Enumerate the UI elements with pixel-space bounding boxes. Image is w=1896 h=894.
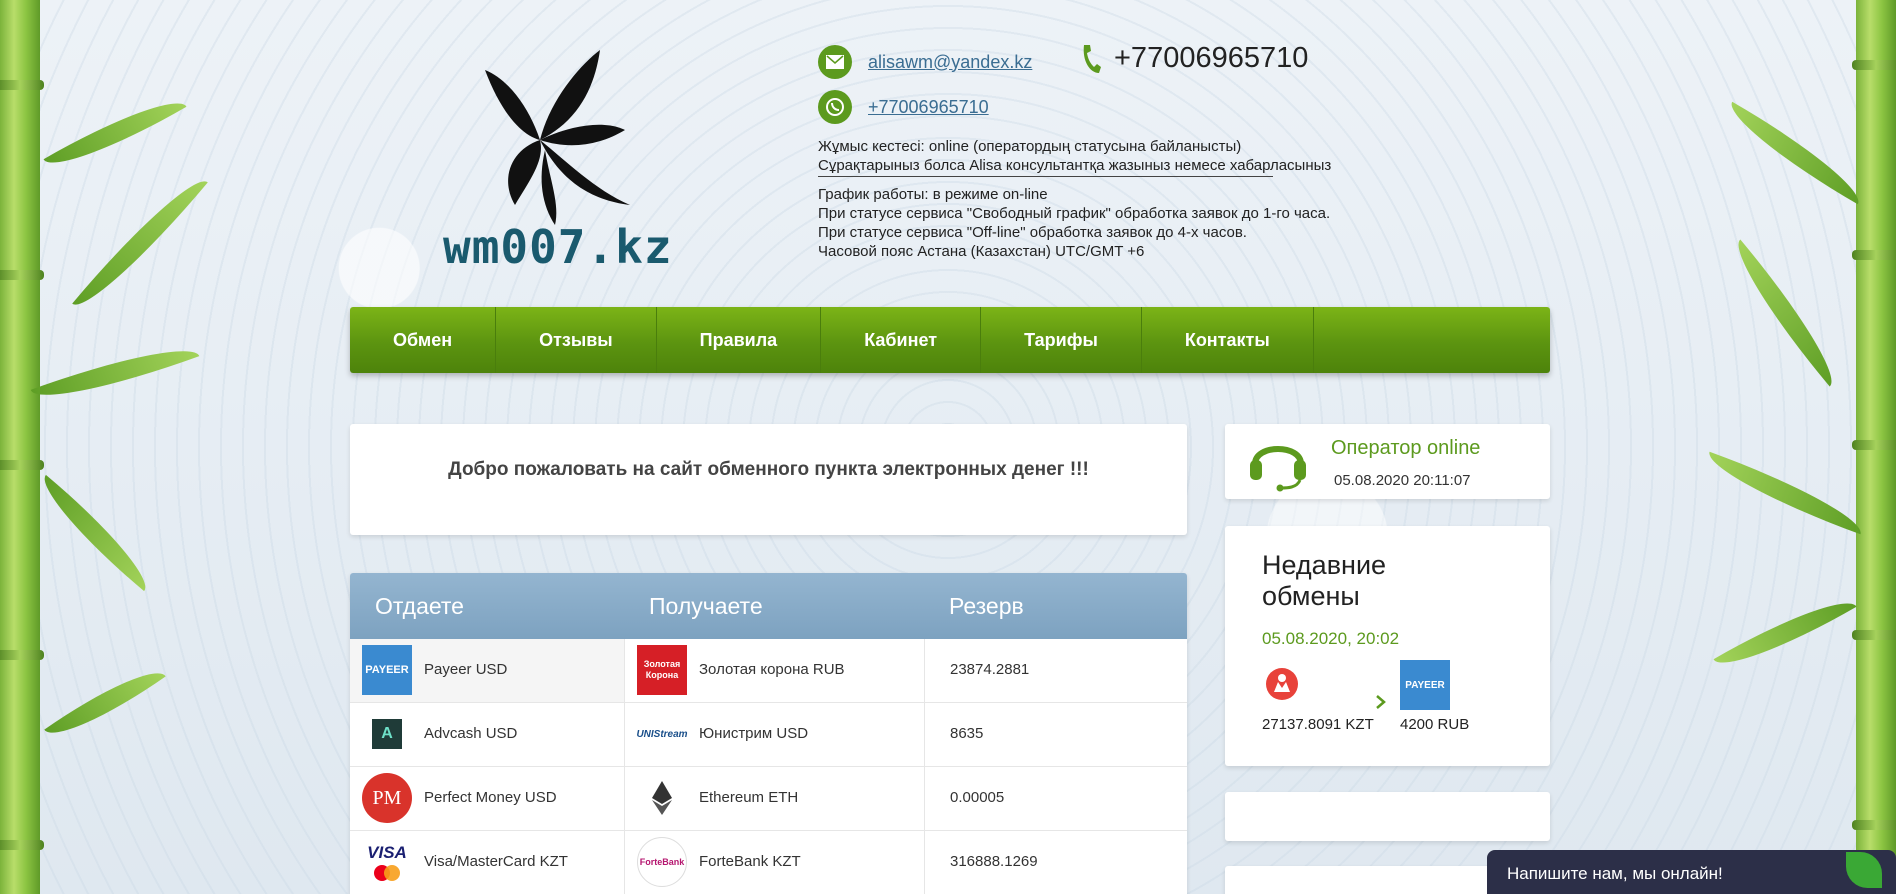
zolotaya-korona-icon: Золотая Корона — [637, 645, 687, 695]
welcome-card: Добро пожаловать на сайт обменного пункт… — [350, 424, 1187, 535]
phone-contact: +77006965710 — [1080, 42, 1308, 75]
info-kz-line: Сұрақтарыныз болса Alisa консультантқа ж… — [818, 157, 1332, 174]
table-row[interactable]: A Advcash USD UNIStream Юнистрим USD 863… — [350, 703, 1187, 767]
nav-contacts[interactable]: Контакты — [1142, 307, 1314, 373]
ethereum-icon — [652, 781, 672, 815]
whatsapp-link[interactable]: +77006965710 — [868, 97, 989, 118]
get-currency: ForteBank KZT — [699, 853, 801, 870]
nav-tariffs[interactable]: Тарифы — [981, 307, 1142, 373]
site-logo-text[interactable]: wm007.kz — [443, 220, 673, 274]
advcash-icon-glyph: A — [372, 719, 402, 749]
info-ru-line: График работы: в режиме on-line — [818, 186, 1048, 203]
visa-mastercard-icon: VISA — [362, 837, 412, 887]
reserve-value: 8635 — [950, 725, 984, 742]
nav-reviews[interactable]: Отзывы — [496, 307, 657, 373]
table-header: Отдаете Получаете Резерв — [350, 573, 1187, 639]
info-ru-line: Часовой пояс Астана (Казахстан) UTC/GMT … — [818, 243, 1145, 260]
give-cell[interactable]: A Advcash USD — [350, 703, 625, 766]
get-cell[interactable]: ForteBank ForteBank KZT — [625, 831, 925, 894]
give-currency: Perfect Money USD — [424, 789, 557, 806]
main-navigation: Обмен Отзывы Правила Кабинет Тарифы Конт… — [350, 307, 1550, 373]
give-cell[interactable]: VISA Visa/MasterCard KZT — [350, 831, 625, 894]
reserve-value: 23874.2881 — [950, 661, 1030, 678]
nav-exchange[interactable]: Обмен — [350, 307, 497, 373]
unistream-icon: UNIStream — [636, 728, 688, 740]
get-currency: Золотая корона RUB — [699, 661, 845, 678]
give-cell[interactable]: PAYEER Payeer USD — [350, 639, 625, 702]
operator-status-card: Оператор online 05.08.2020 20:11:07 — [1225, 424, 1550, 499]
operator-time: 05.08.2020 20:11:07 — [1334, 472, 1471, 489]
headset-icon — [1250, 446, 1306, 492]
info-ru-line: При статусе сервиса "Свободный график" о… — [818, 205, 1331, 222]
bamboo-right-decoration — [1852, 0, 1896, 894]
reserve-value: 0.00005 — [950, 789, 1005, 806]
recent-exchanges-title: Недавние обмены — [1262, 550, 1387, 611]
get-cell[interactable]: Золотая Корона Золотая корона RUB — [625, 639, 925, 702]
phone-icon — [1083, 44, 1101, 73]
empty-widget-card — [1225, 792, 1550, 841]
info-ru-line: При статусе сервиса "Off-line" обработка… — [818, 224, 1247, 241]
visa-logo-text: VISA — [367, 843, 407, 862]
work-schedule-info: Жұмыс кестесі: online (оператордың стату… — [818, 137, 1331, 261]
info-kz-line: Жұмыс кестесі: online (оператордың стату… — [818, 138, 1242, 155]
get-cell[interactable]: UNIStream Юнистрим USD — [625, 703, 925, 766]
table-row[interactable]: PAYEER Payeer USD Золотая Корона Золотая… — [350, 639, 1187, 703]
give-currency: Payeer USD — [424, 661, 508, 678]
exchange-rates-table: Отдаете Получаете Резерв PAYEER Payeer U… — [350, 573, 1187, 894]
header-give: Отдаете — [375, 593, 464, 619]
nav-cabinet[interactable]: Кабинет — [821, 307, 982, 373]
table-row[interactable]: PM Perfect Money USD Ethereum ETH 0.0000… — [350, 767, 1187, 831]
get-cell[interactable]: Ethereum ETH — [625, 767, 925, 830]
whatsapp-contact: +77006965710 — [818, 90, 989, 124]
recent-to-amount: 4200 RUB — [1400, 716, 1470, 733]
whatsapp-icon — [818, 90, 852, 124]
chat-widget[interactable]: Напишите нам, мы онлайн! — [1487, 850, 1896, 894]
get-currency: Юнистрим USD — [699, 725, 809, 742]
payeer-icon: PAYEER — [1400, 660, 1450, 710]
recent-exchanges-card: Недавние обмены 05.08.2020, 20:02 PAYEER… — [1225, 526, 1550, 766]
bamboo-left-decoration — [0, 0, 44, 894]
header-reserve: Резерв — [949, 593, 1024, 619]
give-cell[interactable]: PM Perfect Money USD — [350, 767, 625, 830]
operator-status: Оператор online — [1331, 437, 1481, 459]
give-currency: Advcash USD — [424, 725, 518, 742]
zolotaya-korona-icon — [1266, 668, 1298, 700]
recent-from-amount: 27137.8091 KZT — [1262, 716, 1374, 733]
reserve-value: 316888.1269 — [950, 853, 1038, 870]
payeer-icon: PAYEER — [362, 645, 412, 695]
email-contact: alisawm@yandex.kz — [818, 45, 1032, 79]
table-row[interactable]: VISA Visa/MasterCard KZT ForteBank Forte… — [350, 831, 1187, 894]
email-link[interactable]: alisawm@yandex.kz — [868, 52, 1032, 73]
give-currency: Visa/MasterCard KZT — [424, 853, 568, 870]
phone-number[interactable]: +77006965710 — [1114, 42, 1308, 75]
recent-exchange-date: 05.08.2020, 20:02 — [1262, 629, 1400, 648]
welcome-text: Добро пожаловать на сайт обменного пункт… — [448, 459, 1089, 480]
perfect-money-icon: PM — [362, 773, 412, 823]
fortebank-icon: ForteBank — [637, 837, 687, 887]
get-currency: Ethereum ETH — [699, 789, 799, 806]
info-divider — [818, 176, 1273, 177]
arrow-right-icon — [1376, 695, 1386, 709]
advcash-icon: A — [362, 709, 412, 759]
envelope-icon — [818, 45, 852, 79]
nav-rules[interactable]: Правила — [657, 307, 822, 373]
header-get: Получаете — [649, 593, 763, 619]
